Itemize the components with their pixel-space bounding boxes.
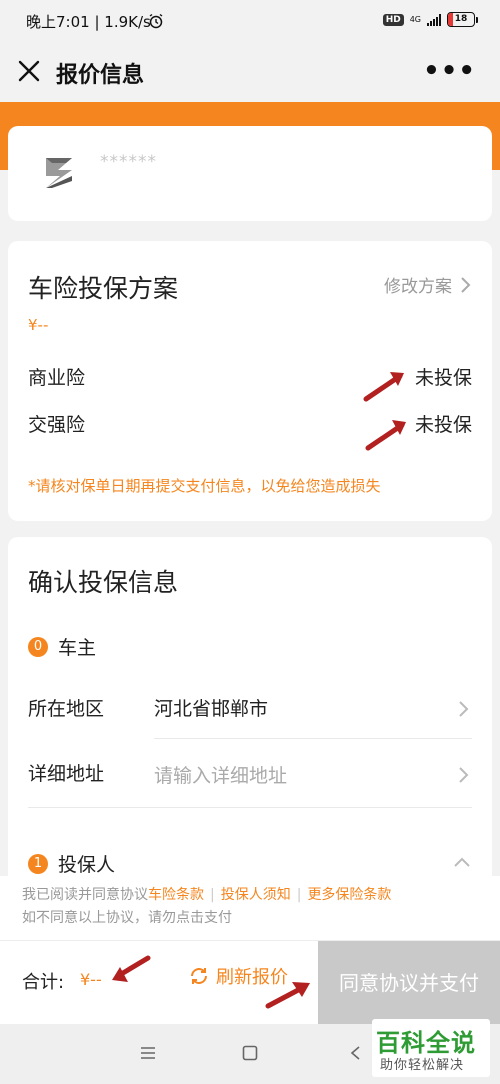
refresh-icon	[191, 968, 207, 984]
modify-plan-label: 修改方案	[384, 277, 452, 297]
chevron-right-icon	[461, 276, 471, 293]
watermark-subtitle: 助你轻松解决	[380, 1058, 465, 1073]
annotation-arrow-icon	[365, 420, 406, 451]
car-name: ******	[100, 152, 157, 172]
plan-title: 车险投保方案	[28, 274, 179, 303]
address-field[interactable]: 详细地址 请输入详细地址	[8, 739, 492, 805]
chevron-up-icon[interactable]	[452, 855, 472, 869]
network-label: 4G	[409, 14, 421, 24]
agree-and-pay-button[interactable]: 同意协议并支付	[318, 941, 500, 1025]
car-brand-logo-icon	[36, 150, 82, 196]
more-icon[interactable]: •••	[423, 56, 476, 86]
separator: |	[210, 887, 215, 903]
address-input[interactable]: 请输入详细地址	[154, 761, 287, 788]
section-applicant-label: 投保人	[58, 854, 116, 876]
alarm-icon	[148, 13, 164, 33]
region-value: 河北省邯郸市	[154, 698, 269, 720]
confirm-title: 确认投保信息	[28, 568, 179, 597]
address-label: 详细地址	[28, 763, 105, 785]
annotation-arrow-icon	[265, 982, 310, 1009]
chevron-right-icon	[459, 701, 469, 717]
insurance-plan-card: 车险投保方案 修改方案 ¥-- 商业险 未投保 交强险 未投保 *请核对保单日期…	[8, 241, 492, 521]
plan-notice: *请核对保单日期再提交支付信息，以免给您造成损失	[28, 477, 381, 495]
section-badge: 1	[28, 853, 48, 874]
total-value: ¥--	[80, 970, 102, 989]
region-label: 所在地区	[28, 698, 105, 720]
agreement-prefix: 我已阅读并同意协议	[22, 887, 148, 903]
link-applicant-notice[interactable]: 投保人须知	[221, 887, 291, 903]
plan-row-label-commercial: 商业险	[28, 367, 86, 389]
agreement-area: 我已阅读并同意协议车险条款 | 投保人须知 | 更多保险条款 如不同意以上协议，请勿点击…	[0, 876, 500, 940]
plan-row-label-compulsory: 交强险	[28, 414, 86, 436]
back-icon[interactable]	[349, 1045, 361, 1061]
close-icon[interactable]	[14, 56, 44, 86]
watermark-title: 百科全说	[376, 1029, 476, 1057]
chevron-right-icon	[459, 767, 469, 783]
modify-plan-link[interactable]: 修改方案	[384, 272, 472, 297]
plan-price: ¥--	[28, 316, 49, 334]
total-label: 合计:	[22, 972, 65, 993]
section-owner-label: 车主	[58, 637, 97, 659]
watermark-logo: 百科全说 助你轻松解决	[372, 1019, 490, 1077]
home-icon[interactable]	[242, 1045, 258, 1061]
battery-icon: 18	[447, 12, 478, 27]
plan-row-value-commercial: 未投保	[414, 367, 472, 389]
annotation-arrow-icon	[112, 955, 151, 982]
section-badge: 0	[28, 636, 48, 657]
hd-icon: HD	[382, 13, 404, 26]
separator: |	[296, 887, 302, 903]
link-more-terms[interactable]: 更多保险条款	[307, 887, 391, 903]
section-owner: 0 车主	[28, 633, 96, 660]
link-car-insurance-terms[interactable]: 车险条款	[148, 887, 204, 903]
section-applicant[interactable]: 1 投保人	[28, 850, 115, 877]
status-time-speed: 晚上7:01 | 1.9K/s	[26, 13, 151, 31]
title-bar: 报价信息 •••	[0, 42, 500, 102]
checkout-bar: 合计: ¥-- 刷新报价 同意协议并支付	[0, 940, 500, 1025]
status-indicators: HD 4G 18	[382, 12, 478, 27]
plan-row-value-compulsory: 未投保	[414, 414, 472, 436]
agreement-line: 我已阅读并同意协议车险条款 | 投保人须知 | 更多保险条款	[22, 884, 391, 904]
divider	[28, 807, 472, 808]
signal-icon	[427, 13, 441, 26]
page-title: 报价信息	[56, 63, 145, 88]
status-bar: 晚上7:01 | 1.9K/s HD 4G 18	[0, 0, 500, 42]
battery-level: 18	[454, 14, 468, 24]
annotation-arrow-icon	[363, 372, 404, 402]
menu-icon[interactable]	[140, 1046, 156, 1060]
region-field[interactable]: 所在地区 河北省邯郸市	[8, 675, 492, 739]
agreement-warning: 如不同意以上协议，请勿点击支付	[22, 910, 232, 926]
car-card: ******	[8, 126, 492, 221]
